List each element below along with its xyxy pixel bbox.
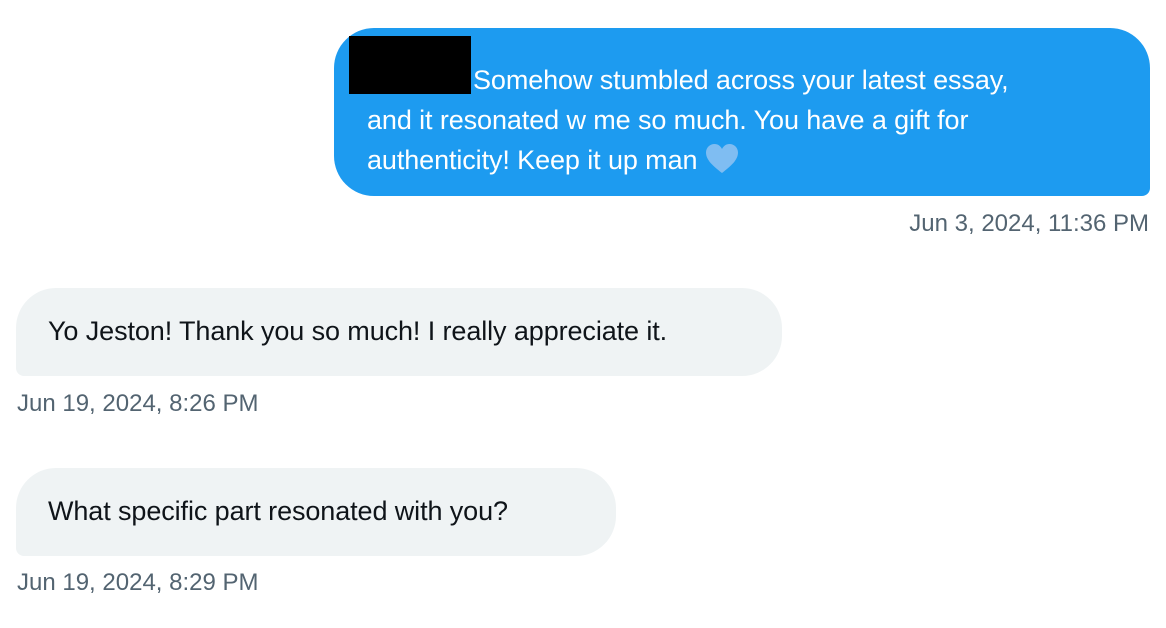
message-text: What specific part resonated with you? <box>48 496 508 526</box>
message-text-line: authenticity! Keep it up man <box>367 145 698 175</box>
message-timestamp: Jun 19, 2024, 8:26 PM <box>17 390 259 417</box>
incoming-message-bubble[interactable]: Yo Jeston! Thank you so much! I really a… <box>16 288 782 376</box>
message-text-line: Somehow stumbled across your latest essa… <box>473 65 1009 95</box>
light-blue-heart-icon <box>705 143 739 186</box>
redacted-name-block <box>349 36 471 94</box>
message-text: Yo Jeston! Thank you so much! I really a… <box>48 316 668 346</box>
outgoing-message-bubble[interactable]: Somehow stumbled across your latest essa… <box>334 28 1150 196</box>
message-timestamp: Jun 19, 2024, 8:29 PM <box>17 569 259 596</box>
message-text-line: and it resonated w me so much. You have … <box>367 105 969 135</box>
incoming-message-bubble[interactable]: What specific part resonated with you? <box>16 468 616 556</box>
message-timestamp: Jun 3, 2024, 11:36 PM <box>909 210 1149 237</box>
conversation-thread: Somehow stumbled across your latest essa… <box>0 0 1166 628</box>
